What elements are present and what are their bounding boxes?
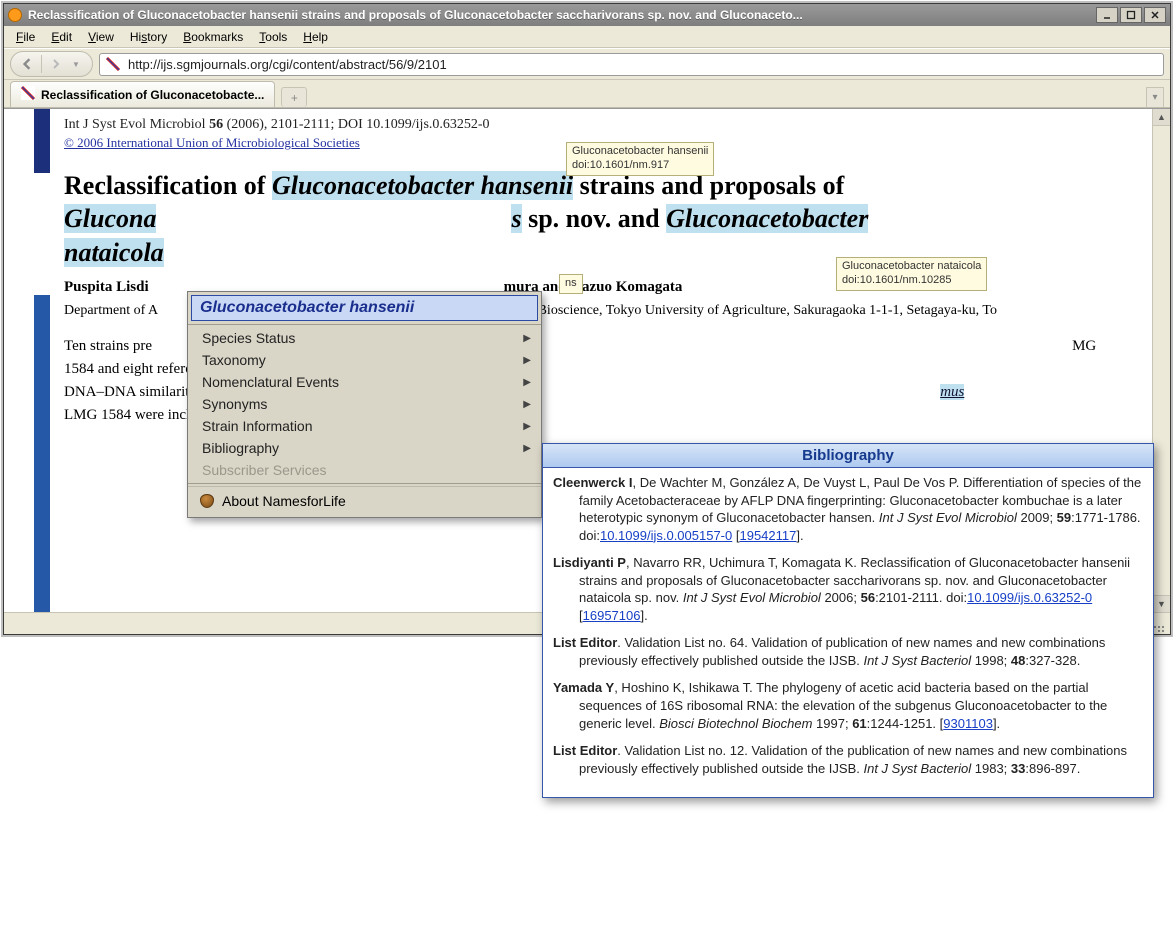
journal-citation: Int J Syst Evol Microbiol 56 (2006), 210… xyxy=(64,117,1142,133)
tooltip-nataicola: Gluconacetobacter nataicoladoi:10.1601/n… xyxy=(836,257,987,291)
ctx-taxonomy[interactable]: Taxonomy▶ xyxy=(188,349,541,371)
bib-pmid-link[interactable]: 19542117 xyxy=(739,528,796,543)
scrollbar-vertical[interactable]: ▲ ▼ xyxy=(1152,109,1170,612)
ctx-synonyms[interactable]: Synonyms▶ xyxy=(188,393,541,415)
menubar: File Edit View History Bookmarks Tools H… xyxy=(4,26,1170,48)
chevron-right-icon: ▶ xyxy=(523,377,531,388)
back-button[interactable] xyxy=(17,54,37,74)
maximize-button[interactable] xyxy=(1120,7,1142,23)
scroll-down-button[interactable]: ▼ xyxy=(1153,595,1170,612)
url-bar[interactable] xyxy=(99,53,1164,76)
window-title: Reclassification of Gluconacetobacter ha… xyxy=(28,8,1096,22)
ctx-species-status[interactable]: Species Status▶ xyxy=(188,327,541,349)
bib-doi-link[interactable]: 10.1099/ijs.0.63252-0 xyxy=(967,590,1092,605)
menu-bookmarks[interactable]: Bookmarks xyxy=(175,28,251,46)
bibliography-header: Bibliography xyxy=(543,444,1153,468)
plus-icon: + xyxy=(291,91,298,105)
bib-entry-4: Yamada Y, Hoshino K, Ishikawa T. The phy… xyxy=(553,679,1143,732)
bibliography-popup: Bibliography Cleenwerck I, De Wachter M,… xyxy=(542,443,1154,798)
ctx-bibliography[interactable]: Bibliography▶ xyxy=(188,437,541,459)
bib-entry-1: Cleenwerck I, De Wachter M, González A, … xyxy=(553,474,1143,544)
tab-strip: Reclassification of Gluconacetobacte... … xyxy=(4,80,1170,108)
titlebar: Reclassification of Gluconacetobacter ha… xyxy=(4,4,1170,26)
bib-entry-3: List Editor. Validation List no. 64. Val… xyxy=(553,634,1143,669)
acorn-icon xyxy=(200,494,214,508)
close-button[interactable] xyxy=(1144,7,1166,23)
bib-entry-5: List Editor. Validation List no. 12. Val… xyxy=(553,742,1143,777)
mus-link[interactable]: mus xyxy=(940,384,964,400)
tooltip-ns: ns xyxy=(559,274,583,294)
menu-help[interactable]: Help xyxy=(295,28,336,46)
tab-active[interactable]: Reclassification of Gluconacetobacte... xyxy=(10,81,275,107)
nav-separator xyxy=(41,55,42,73)
ctx-nomenclatural[interactable]: Nomenclatural Events▶ xyxy=(188,371,541,393)
tab-label: Reclassification of Gluconacetobacte... xyxy=(41,88,264,102)
species-hl-nataicola[interactable]: nataicola xyxy=(64,238,164,267)
ctx-strain-info[interactable]: Strain Information▶ xyxy=(188,415,541,437)
minimize-button[interactable] xyxy=(1096,7,1118,23)
url-input[interactable] xyxy=(126,56,1157,73)
tab-favicon-icon xyxy=(21,86,35,103)
scroll-up-button[interactable]: ▲ xyxy=(1153,109,1170,126)
ctx-about[interactable]: About NamesforLife xyxy=(188,486,541,517)
species-hl-hansenii[interactable]: Gluconacetobacter hansenii xyxy=(272,171,573,200)
article-title: Reclassification of Gluconacetobacter ha… xyxy=(64,169,1142,269)
menu-tools[interactable]: Tools xyxy=(251,28,295,46)
species-hl-sacchar-left[interactable]: Glucona xyxy=(64,204,156,233)
chevron-right-icon: ▶ xyxy=(523,333,531,344)
nav-buttons: ▼ xyxy=(10,51,93,77)
nav-dropdown[interactable]: ▼ xyxy=(66,54,86,74)
bib-entry-2: Lisdiyanti P, Navarro RR, Uchimura T, Ko… xyxy=(553,554,1143,624)
species-hl-gluconacetobacter[interactable]: Gluconacetobacter xyxy=(666,204,868,233)
tooltip-hansenii: Gluconacetobacter hanseniidoi:10.1601/nm… xyxy=(566,142,714,176)
forward-button[interactable] xyxy=(46,54,66,74)
bib-pmid-link[interactable]: 9301103 xyxy=(943,716,993,731)
chevron-right-icon: ▶ xyxy=(523,399,531,410)
menu-edit[interactable]: Edit xyxy=(43,28,80,46)
namesforlife-context-menu: Gluconacetobacter hansenii Species Statu… xyxy=(187,291,542,518)
chevron-right-icon: ▶ xyxy=(523,355,531,366)
chevron-right-icon: ▶ xyxy=(523,443,531,454)
ctx-header: Gluconacetobacter hansenii xyxy=(191,295,538,321)
menu-history[interactable]: History xyxy=(122,28,175,46)
chevron-right-icon: ▶ xyxy=(523,421,531,432)
bib-doi-link[interactable]: 10.1099/ijs.0.005157-0 xyxy=(600,528,732,543)
site-favicon-icon xyxy=(106,57,120,71)
nav-toolbar: ▼ xyxy=(4,48,1170,80)
menu-view[interactable]: View xyxy=(80,28,122,46)
copyright-link[interactable]: © 2006 International Union of Microbiolo… xyxy=(64,135,360,151)
journal-sidebar: IJSEM y for General Microbiology xyxy=(4,109,50,612)
tab-list-button[interactable]: ▾ xyxy=(1146,87,1164,107)
menu-file[interactable]: File xyxy=(8,28,43,46)
ctx-subscriber: Subscriber Services xyxy=(188,459,541,481)
species-hl-sacchar-right[interactable]: s xyxy=(511,204,521,233)
new-tab-button[interactable]: + xyxy=(281,87,307,107)
bib-pmid-link[interactable]: 16957106 xyxy=(583,608,641,623)
firefox-icon xyxy=(8,8,22,22)
